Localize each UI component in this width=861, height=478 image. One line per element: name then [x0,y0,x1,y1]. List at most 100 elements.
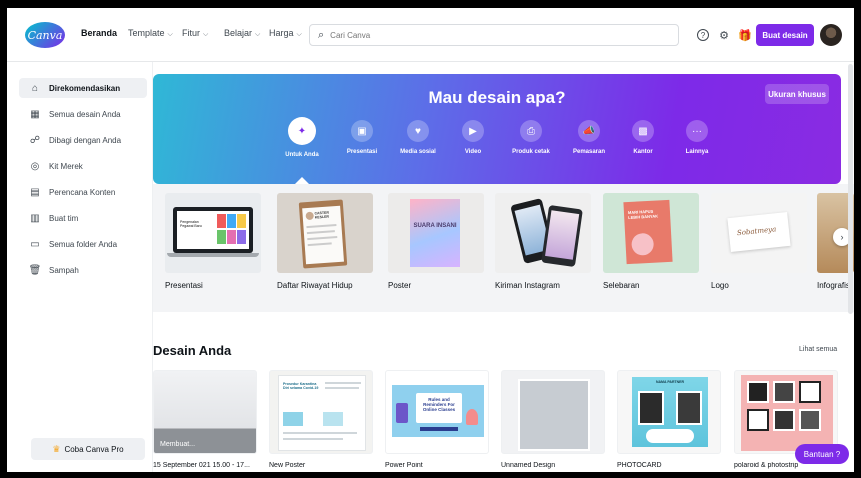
photo [773,409,795,431]
sidebar-item-label: Kit Merek [49,161,83,171]
sidebar-item-label: Perencana Konten [49,187,116,197]
hero-banner: Mau desain apa? Ukuran khusus ✦ Untuk And… [153,74,841,184]
category-label: Video [464,149,482,155]
nav-fitur[interactable]: Fitur ⌵ [182,28,208,39]
sidebar-item-trash[interactable]: 🗑 Sampah [19,260,147,280]
design-card[interactable]: Rules and Reminders For Online Classes P… [385,370,489,469]
slide: Pengenalan Pegawai Baru [177,211,249,249]
text-line [283,432,357,434]
text-line [307,242,332,247]
team-icon: ▥ [30,212,40,224]
sidebar-item-folders[interactable]: ▭ Semua folder Anda [19,234,147,254]
photo [678,393,700,423]
search-icon: ⌕ [318,28,325,41]
more-icon: ··· [686,120,708,142]
blank-design [518,379,590,451]
video-icon: ▶ [462,120,484,142]
custom-size-button[interactable]: Ukuran khusus [765,84,829,104]
template-card-instagram[interactable]: Kiriman Instagram [495,193,591,290]
template-label: Daftar Riwayat Hidup [277,281,353,290]
design-card[interactable]: NAMA PARTNER PHOTOCARD [617,370,721,469]
design-card[interactable]: Prosedur Karantina Diri selama Covid-19 … [269,370,373,469]
category-label: Pemasaran [572,149,606,155]
poster-heading: Prosedur Karantina Diri selama Covid-19 [283,382,319,391]
design-label: PHOTOCARD [617,462,662,469]
template-label: Presentasi [165,281,203,290]
template-thumbnail: CASTER KESLER [277,193,373,273]
category-marketing[interactable]: 📣 Pemasaran [559,120,619,155]
hero-title: Mau desain apa? [428,88,566,107]
template-label: Selebaran [603,281,640,290]
polaroid-collage [741,375,833,451]
clipboard: CASTER KESLER [298,199,348,269]
template-card-cv[interactable]: CASTER KESLER Daftar Riwayat Hidup [277,193,373,290]
photo-frame [638,391,664,425]
see-all-link[interactable]: Lihat semua [799,346,837,353]
category-label: Untuk Anda [285,152,319,158]
folder-icon: ▭ [30,238,40,250]
avatar[interactable] [820,24,842,46]
megaphone-icon: 📣 [578,120,600,142]
sidebar-item-label: Buat tim [49,213,79,223]
category-office[interactable]: ▩ Kantor [613,120,673,155]
design-thumbnail: Rules and Reminders For Online Classes [385,370,489,454]
template-card-presentation[interactable]: Pengenalan Pegawai Baru Presentasi [165,193,261,290]
brand-kit-icon: ◎ [30,160,40,172]
canva-logo[interactable]: Canva [25,22,65,48]
photo [773,381,795,403]
design-card[interactable]: Unnamed Design [501,370,605,469]
slide-card: Rules and Reminders For Online Classes [416,393,462,423]
search-input[interactable] [330,30,651,40]
help-button[interactable]: Bantuan ? [795,444,849,464]
photo-tile [217,230,226,244]
nav-harga[interactable]: Harga ⌵ [269,28,302,39]
design-card[interactable]: Membuat... 15 September 021 15.00 - 17..… [153,370,257,469]
photo-tile [237,230,246,244]
settings-icon[interactable]: ⚙ [717,28,731,42]
sidebar-item-all-designs[interactable]: ▦ Semua desain Anda [19,104,147,124]
category-label: Media sosial [400,149,436,155]
category-print-products[interactable]: ⎙ Produk cetak [501,120,561,155]
category-presentation[interactable]: ▣ Presentasi [332,120,392,155]
photo [747,381,769,403]
nav-template[interactable]: Template ⌵ [128,28,173,39]
sidebar-item-content-planner[interactable]: ▤ Perencana Konten [19,182,147,202]
scrollbar[interactable] [848,64,853,314]
category-label: Presentasi [346,149,378,155]
nav-label: Harga [269,28,294,38]
sidebar-item-shared[interactable]: ☍ Dibagi dengan Anda [19,130,147,150]
category-label: Produk cetak [512,149,550,155]
category-more[interactable]: ··· Lainnya [667,120,727,155]
sidebar-item-create-team[interactable]: ▥ Buat tim [19,208,147,228]
photocard-title: NAMA PARTNER [656,380,684,384]
resume-page: CASTER KESLER [302,205,344,265]
poster-art: SUARA INSANI [410,199,460,267]
nav-label: Fitur [182,28,200,38]
phone [541,204,583,268]
nav-belajar[interactable]: Belajar ⌵ [224,28,260,39]
search-box[interactable]: ⌕ [309,24,679,46]
phone-screen [545,210,580,260]
nav-beranda[interactable]: Beranda [81,28,117,38]
create-design-button[interactable]: Buat desain [756,24,814,46]
template-card-poster[interactable]: SUARA INSANI Poster [388,193,484,290]
pro-label: Coba Canva Pro [64,444,124,454]
text-line [306,224,337,229]
try-canva-pro-button[interactable]: ♛ Coba Canva Pro [31,438,145,460]
help-icon[interactable]: ? [697,29,709,41]
grid-icon: ▦ [30,108,40,120]
template-card-logo[interactable]: Sobatmeya Logo [711,193,807,290]
gift-icon[interactable]: 🎁 [738,28,752,42]
sidebar-item-recommended[interactable]: ⌂ Direkomendasikan [19,78,147,98]
text-line [325,382,361,384]
category-video[interactable]: ▶ Video [443,120,503,155]
design-thumbnail [501,370,605,454]
sidebar-item-brand-kit[interactable]: ◎ Kit Merek [19,156,147,176]
template-thumbnail [495,193,591,273]
template-card-flyer[interactable]: MARI HAPUS LEBIH BANYAK Selebaran [603,193,699,290]
chevron-down-icon: ⌵ [296,31,302,38]
flower-art [631,232,655,256]
category-for-you[interactable]: ✦ Untuk Anda [272,117,332,158]
category-social-media[interactable]: ♥ Media sosial [388,120,448,155]
slide-heading: Rules and Reminders For Online Classes [422,397,456,413]
